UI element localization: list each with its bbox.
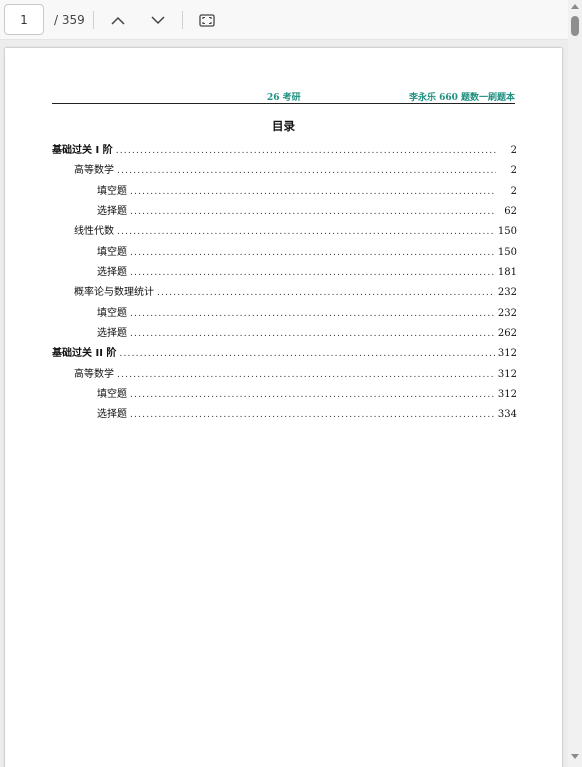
toc-entry-page: 2 (510, 165, 517, 177)
table-of-contents: 基础过关 I 阶 2 高等数学 2 填空题 2 选择题 62 线性代数 (52, 141, 517, 426)
page-number-input[interactable] (4, 4, 44, 35)
toc-entry-label: 选择题 (97, 327, 127, 339)
toc-entry-page: 181 (497, 266, 517, 278)
toc-leader-dots (130, 268, 495, 278)
toc-leader-dots (130, 248, 495, 258)
toc-entry-page: 262 (497, 327, 517, 339)
toc-leader-dots (130, 390, 495, 400)
header-right-text: 李永乐 660 题数一刷题本 (408, 93, 515, 103)
toc-entry-label: 选择题 (97, 409, 127, 421)
toc-leader-dots (130, 207, 496, 217)
toc-leader-dots (116, 146, 496, 156)
toc-entry[interactable]: 选择题 62 (52, 202, 517, 222)
toc-entry-page: 62 (504, 205, 517, 217)
toc-entry-label: 基础过关 II 阶 (52, 348, 117, 360)
toc-leader-dots (157, 288, 495, 298)
scrollbar-thumb[interactable] (571, 16, 579, 36)
toc-entry-label: 填空题 (97, 307, 127, 319)
toc-entry[interactable]: 填空题 2 (52, 182, 517, 202)
toc-entry-page: 312 (497, 368, 517, 380)
pdf-page: 26 考研 李永乐 660 题数一刷题本 目录 基础过关 I 阶 2 高等数学 … (5, 48, 562, 767)
toc-entry[interactable]: 概率论与数理统计 232 (52, 283, 517, 303)
toc-entry[interactable]: 基础过关 I 阶 2 (52, 141, 517, 161)
toc-entry-page: 150 (497, 226, 517, 238)
toc-leader-dots (130, 309, 495, 319)
viewer-toolbar: / 359 (0, 0, 568, 40)
toc-entry[interactable]: 高等数学 312 (52, 365, 517, 385)
page-header: 26 考研 李永乐 660 题数一刷题本 (52, 90, 515, 104)
toc-entry-label: 填空题 (97, 246, 127, 258)
toc-entry-label: 高等数学 (74, 165, 114, 177)
toc-entry-label: 高等数学 (74, 368, 114, 380)
toc-leader-dots (130, 329, 495, 339)
toc-entry-page: 232 (497, 287, 517, 299)
toc-entry-page: 312 (497, 388, 517, 400)
toc-leader-dots (117, 370, 495, 380)
next-page-button[interactable] (144, 6, 172, 34)
pdf-viewer: / 359 26 (0, 0, 582, 767)
toc-leader-dots (130, 187, 496, 197)
previous-page-button[interactable] (104, 6, 132, 34)
toc-entry-page: 2 (510, 145, 517, 156)
fit-page-icon (199, 13, 215, 27)
scroll-down-arrow-icon[interactable] (571, 754, 579, 759)
toc-entry[interactable]: 填空题 312 (52, 385, 517, 405)
toc-entry-page: 334 (497, 409, 517, 421)
toc-entry[interactable]: 选择题 181 (52, 263, 517, 283)
header-left-text: 26 考研 (267, 93, 301, 103)
toc-entry[interactable]: 高等数学 2 (52, 161, 517, 181)
toolbar-divider (182, 11, 183, 29)
toc-entry-label: 概率论与数理统计 (74, 287, 154, 299)
scroll-up-arrow-icon[interactable] (571, 4, 579, 9)
toolbar-divider (93, 11, 94, 29)
toc-entry[interactable]: 选择题 262 (52, 324, 517, 344)
fit-page-button[interactable] (193, 6, 221, 34)
toc-leader-dots (117, 166, 496, 176)
toc-entry-label: 填空题 (97, 185, 127, 197)
toc-entry-page: 150 (497, 246, 517, 258)
page-total-label: / 359 (54, 13, 85, 27)
toc-entry[interactable]: 基础过关 II 阶 312 (52, 344, 517, 364)
toc-entry-label: 基础过关 I 阶 (52, 145, 113, 156)
vertical-scrollbar[interactable] (568, 0, 582, 767)
toc-entry[interactable]: 线性代数 150 (52, 222, 517, 242)
chevron-up-icon (111, 16, 125, 25)
toc-leader-dots (119, 349, 495, 359)
toc-entry-label: 选择题 (97, 205, 127, 217)
toc-leader-dots (117, 227, 495, 237)
toc-entry-label: 填空题 (97, 388, 127, 400)
toc-entry-page: 232 (497, 307, 517, 319)
toc-entry-page: 312 (497, 348, 517, 360)
toc-leader-dots (130, 410, 495, 420)
toc-entry-label: 选择题 (97, 266, 127, 278)
chevron-down-icon (151, 15, 165, 25)
toc-entry[interactable]: 选择题 334 (52, 405, 517, 425)
toc-entry-page: 2 (510, 185, 517, 197)
toc-entry[interactable]: 填空题 150 (52, 243, 517, 263)
toc-title: 目录 (272, 119, 295, 133)
toc-entry[interactable]: 填空题 232 (52, 304, 517, 324)
toc-entry-label: 线性代数 (74, 226, 114, 238)
